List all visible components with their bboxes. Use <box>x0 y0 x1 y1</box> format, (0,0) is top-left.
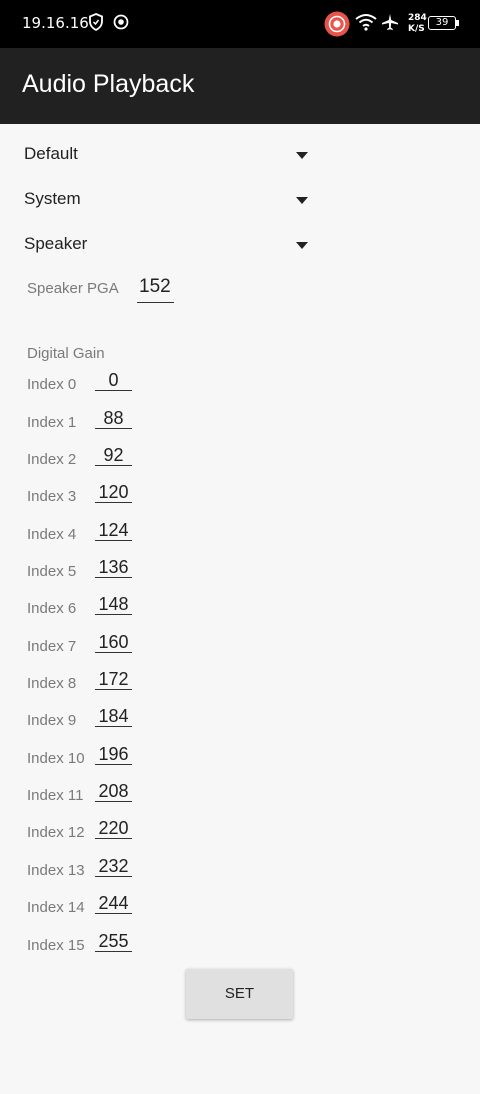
gain-row-index-11: Index 11 208 <box>27 779 227 809</box>
dropdown-arrow-icon <box>296 242 308 249</box>
spinner-stream-type[interactable]: Default <box>24 138 314 174</box>
index-label: Index 2 <box>27 451 77 468</box>
gain-row-index-4: Index 4 124 <box>27 518 227 548</box>
index-label: Index 9 <box>27 712 77 729</box>
dropdown-arrow-icon <box>296 197 308 204</box>
dropdown-arrow-icon <box>296 152 308 159</box>
index-label: Index 1 <box>27 414 77 431</box>
index-value-input[interactable]: 244 <box>95 891 132 914</box>
index-value-input[interactable]: 172 <box>95 667 132 690</box>
battery-tip <box>456 20 459 26</box>
shield-icon <box>88 13 108 33</box>
index-value-input[interactable]: 148 <box>95 592 132 615</box>
gain-row-index-14: Index 14 244 <box>27 891 227 921</box>
index-label: Index 6 <box>27 600 77 617</box>
gain-row-index-6: Index 6 148 <box>27 592 227 622</box>
gain-row-index-0: Index 0 0 <box>27 368 227 398</box>
gain-row-index-12: Index 12 220 <box>27 816 227 846</box>
speaker-pga-input[interactable]: 152 <box>137 274 174 303</box>
index-value-input[interactable]: 0 <box>95 368 132 391</box>
index-value-input[interactable]: 136 <box>95 555 132 578</box>
index-label: Index 4 <box>27 526 77 543</box>
set-button[interactable]: SET <box>186 969 293 1019</box>
gain-row-index-10: Index 10 196 <box>27 742 227 772</box>
screen-record-icon <box>324 11 350 37</box>
index-label: Index 12 <box>27 824 85 841</box>
wifi-icon <box>355 13 377 33</box>
index-value-input[interactable]: 232 <box>95 854 132 877</box>
gain-row-index-8: Index 8 172 <box>27 667 227 697</box>
spinner-label: System <box>24 189 81 208</box>
gain-row-index-2: Index 2 92 <box>27 443 227 473</box>
spinner-output-device[interactable]: Speaker <box>24 228 314 264</box>
gain-row-index-3: Index 3 120 <box>27 480 227 510</box>
gain-row-index-7: Index 7 160 <box>27 630 227 660</box>
battery-level: 39 <box>435 17 449 28</box>
index-value-input[interactable]: 220 <box>95 816 132 839</box>
gain-row-index-1: Index 1 88 <box>27 406 227 436</box>
index-value-input[interactable]: 120 <box>95 480 132 503</box>
index-label: Index 8 <box>27 675 77 692</box>
spinner-label: Speaker <box>24 234 88 253</box>
app-title: Audio Playback <box>22 70 195 98</box>
index-label: Index 5 <box>27 563 77 580</box>
index-value-input[interactable]: 196 <box>95 742 132 765</box>
gain-row-index-15: Index 15 255 <box>27 929 227 959</box>
index-value-input[interactable]: 208 <box>95 779 132 802</box>
spinner-label: Default <box>24 144 78 163</box>
battery-icon: 39 <box>428 16 456 30</box>
net-speed-value: 284 <box>408 13 427 23</box>
digital-gain-label: Digital Gain <box>27 345 105 362</box>
net-speed-unit: K/S <box>408 24 425 34</box>
index-label: Index 14 <box>27 899 85 916</box>
gain-row-index-5: Index 5 136 <box>27 555 227 585</box>
index-label: Index 7 <box>27 638 77 655</box>
gain-row-index-9: Index 9 184 <box>27 704 227 734</box>
index-label: Index 13 <box>27 862 85 879</box>
gain-row-index-13: Index 13 232 <box>27 854 227 884</box>
speaker-pga-label: Speaker PGA <box>27 280 119 297</box>
record-icon <box>112 13 132 33</box>
app-bar: Audio Playback <box>0 48 480 124</box>
index-value-input[interactable]: 255 <box>95 929 132 952</box>
index-value-input[interactable]: 92 <box>95 443 132 466</box>
index-label: Index 15 <box>27 937 85 954</box>
index-value-input[interactable]: 184 <box>95 704 132 727</box>
status-bar: 19.16.16 284 K/S 39 <box>0 0 480 48</box>
index-label: Index 3 <box>27 488 77 505</box>
index-value-input[interactable]: 124 <box>95 518 132 541</box>
index-label: Index 0 <box>27 376 77 393</box>
spinner-mode[interactable]: System <box>24 183 314 219</box>
index-label: Index 11 <box>27 787 84 804</box>
index-label: Index 10 <box>27 750 85 767</box>
airplane-icon <box>381 13 401 33</box>
status-time: 19.16.16 <box>22 14 89 32</box>
index-value-input[interactable]: 88 <box>95 406 132 429</box>
index-value-input[interactable]: 160 <box>95 630 132 653</box>
